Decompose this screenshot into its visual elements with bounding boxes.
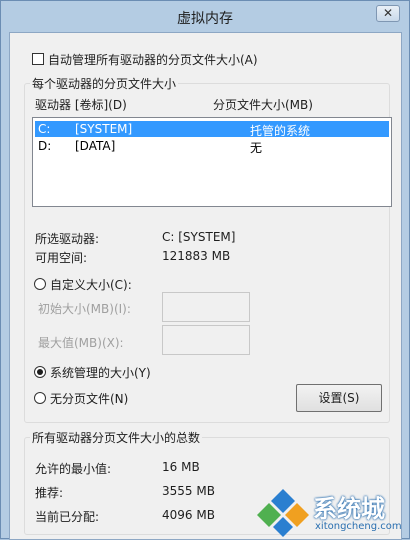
max-size-label: 最大值(MB)(X): — [38, 336, 124, 350]
max-size-input[interactable] — [162, 325, 250, 355]
title-bar[interactable]: 虚拟内存 ✕ — [1, 1, 409, 32]
recommended-label: 推荐: — [35, 486, 64, 500]
set-button[interactable]: 设置(S) — [296, 384, 382, 412]
custom-size-radio[interactable] — [34, 278, 46, 290]
current-allocated-label: 当前已分配: — [35, 510, 100, 524]
site-watermark: 系统城 xitongcheng.com — [257, 487, 407, 537]
drive-column-header: 驱动器 [卷标](D) — [35, 98, 127, 112]
no-paging-file-label[interactable]: 无分页文件(N) — [50, 390, 128, 407]
initial-size-label: 初始大小(MB)(I): — [38, 302, 131, 316]
watermark-logo-icon — [257, 489, 309, 537]
watermark-url: xitongcheng.com — [315, 521, 402, 532]
drives-groupbox-title: 每个驱动器的分页文件大小 — [30, 75, 179, 92]
watermark-text: 系统城 — [313, 495, 385, 523]
drive-size: 托管的系统 — [250, 124, 311, 138]
size-column-header: 分页文件大小(MB) — [213, 98, 313, 112]
recommended-value: 3555 MB — [162, 484, 215, 498]
virtual-memory-dialog: 虚拟内存 ✕ 自动管理所有驱动器的分页文件大小(A) 每个驱动器的分页文件大小 … — [0, 0, 410, 540]
drive-label: [SYSTEM] — [75, 122, 133, 136]
system-managed-label[interactable]: 系统管理的大小(Y) — [50, 364, 151, 381]
min-allowed-value: 16 MB — [162, 460, 200, 474]
drive-letter: C: — [38, 122, 51, 136]
free-space-value: 121883 MB — [162, 249, 231, 263]
list-item[interactable]: D: [DATA] 无 — [35, 138, 389, 155]
system-managed-radio[interactable] — [34, 366, 46, 378]
window-title: 虚拟内存 — [177, 11, 233, 27]
free-space-label: 可用空间: — [35, 251, 88, 265]
auto-manage-label[interactable]: 自动管理所有驱动器的分页文件大小(A) — [48, 51, 258, 68]
drive-letter: D: — [38, 139, 52, 153]
drive-size: 无 — [250, 141, 263, 155]
drive-label: [DATA] — [75, 139, 116, 153]
drives-list[interactable]: C: [SYSTEM] 托管的系统 D: [DATA] 无 — [32, 117, 392, 207]
current-allocated-value: 4096 MB — [162, 508, 215, 522]
close-icon[interactable]: ✕ — [376, 5, 400, 22]
min-allowed-label: 允许的最小值: — [35, 462, 112, 476]
list-item[interactable]: C: [SYSTEM] 托管的系统 — [35, 121, 389, 138]
totals-groupbox-title: 所有驱动器分页文件大小的总数 — [30, 429, 203, 446]
custom-size-label[interactable]: 自定义大小(C): — [50, 276, 132, 293]
no-paging-file-radio[interactable] — [34, 392, 46, 404]
initial-size-input[interactable] — [162, 292, 250, 322]
auto-manage-checkbox[interactable] — [32, 53, 44, 65]
selected-drive-label: 所选驱动器: — [35, 232, 100, 246]
selected-drive-value: C: [SYSTEM] — [162, 230, 236, 244]
dialog-body: 自动管理所有驱动器的分页文件大小(A) 每个驱动器的分页文件大小 驱动器 [卷标… — [9, 32, 402, 540]
